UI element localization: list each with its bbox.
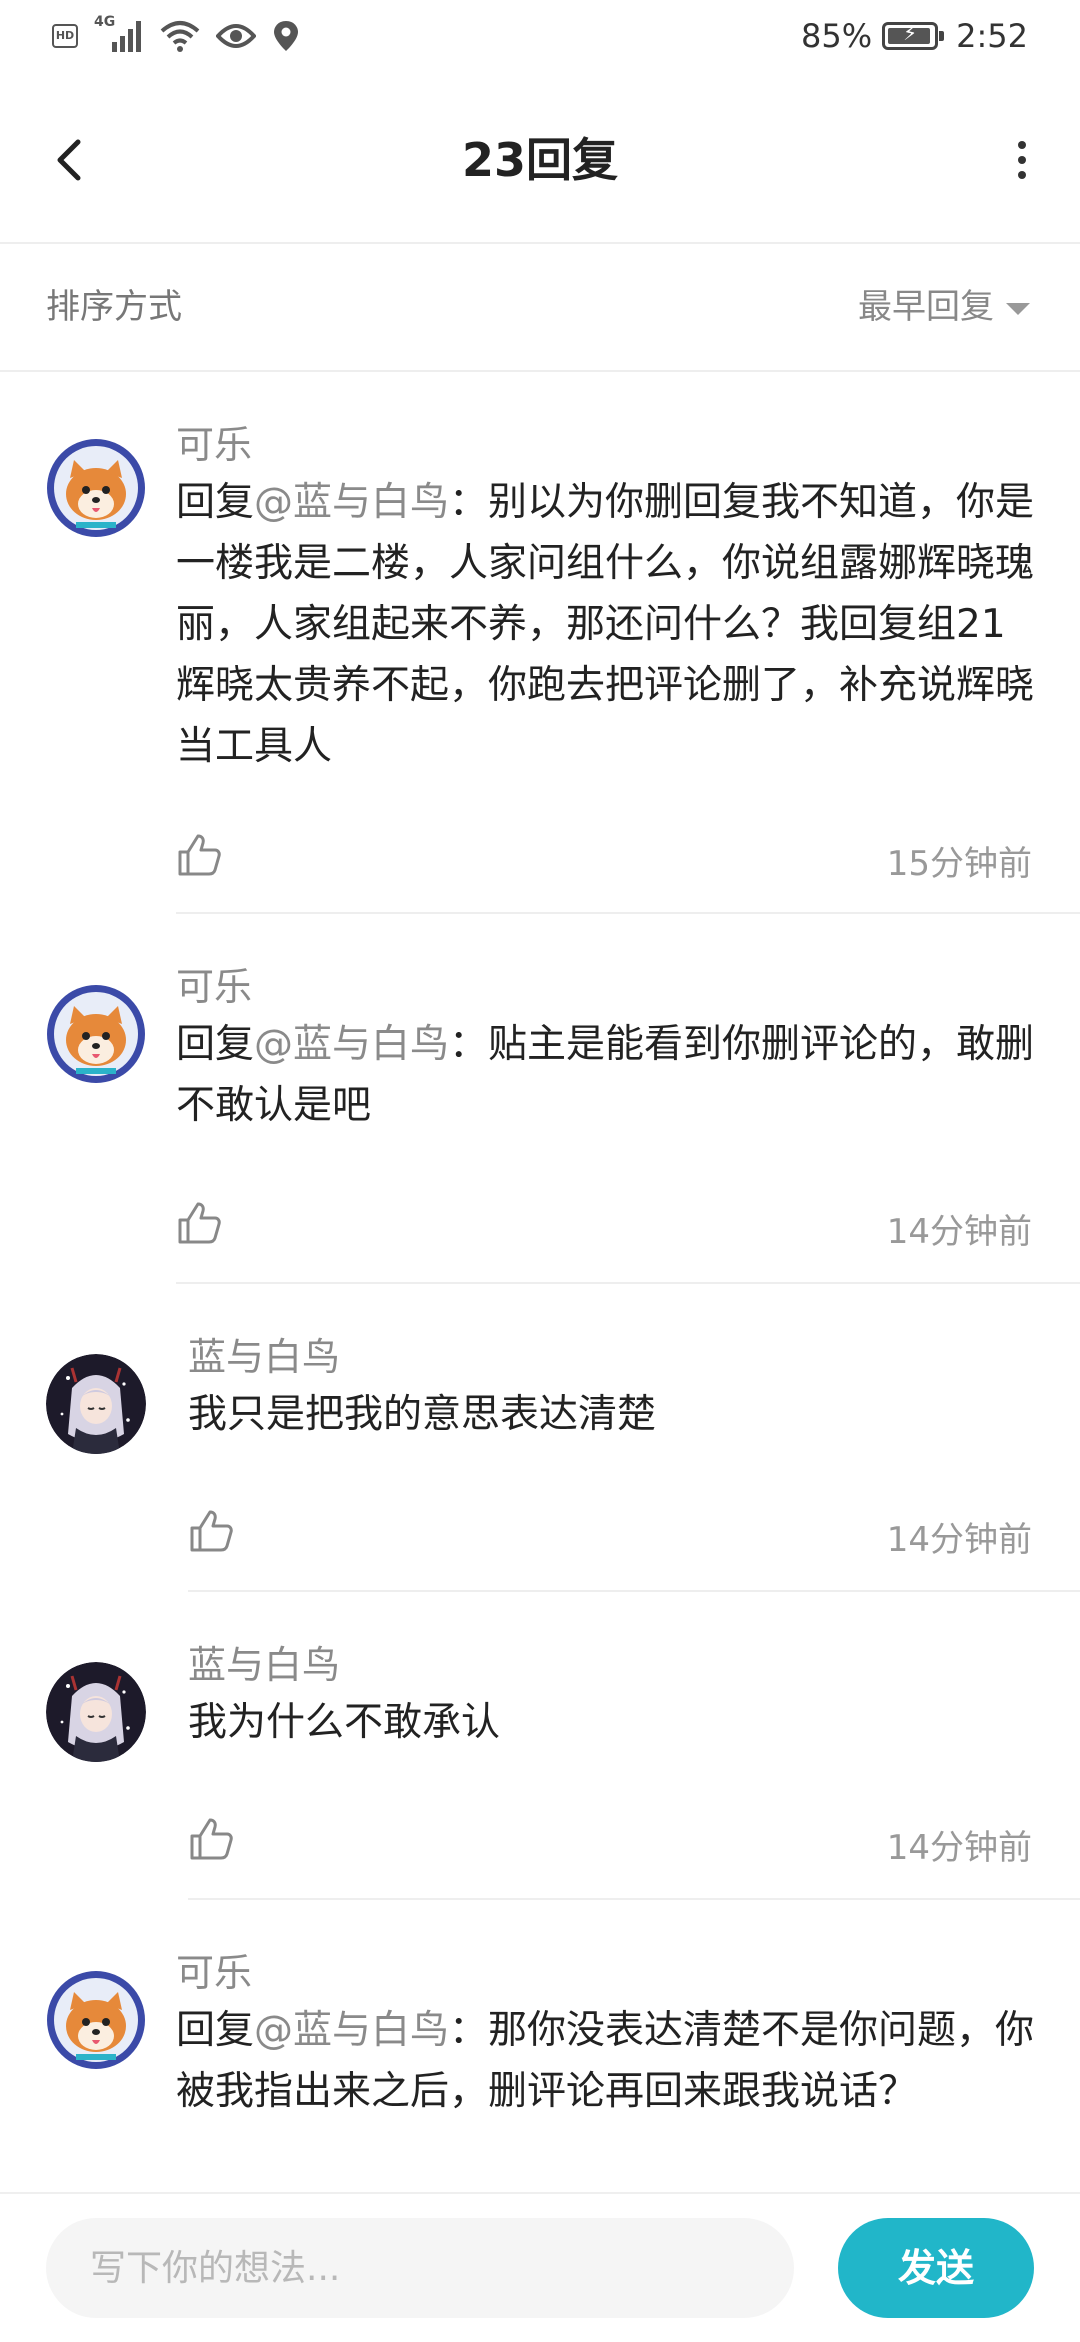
- avatar-shiba[interactable]: [46, 438, 146, 538]
- reply-prefix: 回复: [176, 2008, 255, 2053]
- like-button[interactable]: [188, 1816, 234, 1862]
- page-title: 23回复: [461, 133, 618, 187]
- eye-icon: [216, 24, 256, 48]
- send-button[interactable]: 发送: [838, 2218, 1034, 2318]
- reply-content: 回复@蓝与白鸟：贴主是能看到你删评论的，敢删不敢认是吧: [176, 1014, 1040, 1136]
- reply-username[interactable]: 可乐: [176, 1942, 252, 1997]
- more-options-button[interactable]: [1014, 128, 1030, 192]
- reply-item: 蓝与白鸟 我只是把我的意思表达清楚 14分钟前: [0, 1284, 1080, 1592]
- reply-text: 我为什么不敢承认: [188, 1700, 501, 1745]
- mention-link[interactable]: @蓝与白鸟: [254, 2008, 449, 2053]
- like-button[interactable]: [176, 1200, 222, 1246]
- reply-time: 14分钟前: [886, 1212, 1032, 1252]
- reply-list[interactable]: 可乐 回复@蓝与白鸟：别以为你删回复我不知道，你是一楼我是二楼，人家问组什么，你…: [0, 372, 1080, 2192]
- comment-composer: 发送: [0, 2192, 1080, 2342]
- mention-link[interactable]: @蓝与白鸟: [254, 1022, 449, 1067]
- sort-label: 排序方式: [46, 287, 182, 327]
- reply-item: 可乐 回复@蓝与白鸟：那你没表达清楚不是你问题，你被我指出来之后，删评论再回来跟…: [0, 1900, 1080, 2192]
- comment-input[interactable]: [46, 2218, 794, 2318]
- like-button[interactable]: [176, 832, 222, 878]
- reply-username[interactable]: 可乐: [176, 414, 252, 469]
- reply-content: 我只是把我的意思表达清楚: [188, 1384, 1040, 1445]
- reply-item: 蓝与白鸟 我为什么不敢承认 14分钟前: [0, 1592, 1080, 1900]
- status-bar: HD 4G 85% ⚡ 2:52: [0, 0, 1080, 80]
- reply-item: 可乐 回复@蓝与白鸟：贴主是能看到你删评论的，敢删不敢认是吧 14分钟前: [0, 914, 1080, 1284]
- reply-item: 可乐 回复@蓝与白鸟：别以为你删回复我不知道，你是一楼我是二楼，人家问组什么，你…: [0, 372, 1080, 914]
- sort-dropdown[interactable]: 最早回复: [858, 244, 1030, 370]
- reply-content: 回复@蓝与白鸟：别以为你删回复我不知道，你是一楼我是二楼，人家问组什么，你说组露…: [176, 472, 1040, 777]
- avatar-anime-girl[interactable]: [46, 1662, 146, 1762]
- reply-username[interactable]: 蓝与白鸟: [188, 1326, 340, 1381]
- thumbs-up-icon: [190, 1818, 233, 1860]
- thumbs-up-icon: [178, 1202, 221, 1244]
- top-bar: 23回复: [0, 80, 1080, 244]
- mention-link[interactable]: @蓝与白鸟: [254, 480, 449, 525]
- sort-bar: 排序方式 最早回复: [0, 244, 1080, 372]
- location-icon: [274, 21, 298, 51]
- avatar-shiba[interactable]: [46, 1970, 146, 2070]
- reply-time: 14分钟前: [886, 1520, 1032, 1560]
- reply-username[interactable]: 可乐: [176, 956, 252, 1011]
- reply-username[interactable]: 蓝与白鸟: [188, 1634, 340, 1689]
- dropdown-arrow-icon: [1006, 303, 1030, 315]
- reply-content: 我为什么不敢承认: [188, 1692, 1040, 1753]
- thumbs-up-icon: [190, 1510, 233, 1552]
- 4g-signal-icon: 4G: [94, 14, 144, 54]
- reply-content: 回复@蓝与白鸟：那你没表达清楚不是你问题，你被我指出来之后，删评论再回来跟我说话…: [176, 2000, 1040, 2122]
- sort-value-label: 最早回复: [858, 287, 994, 327]
- thumbs-up-icon: [178, 834, 221, 876]
- avatar-anime-girl[interactable]: [46, 1354, 146, 1454]
- battery-icon: ⚡: [882, 21, 945, 50]
- reply-prefix: 回复: [176, 1022, 255, 1067]
- reply-time: 14分钟前: [886, 1828, 1032, 1868]
- hd-icon: HD: [52, 24, 78, 48]
- more-vertical-icon: [1018, 141, 1026, 179]
- avatar-shiba[interactable]: [46, 984, 146, 1084]
- reply-text: 我只是把我的意思表达清楚: [188, 1392, 657, 1437]
- wifi-icon: [160, 21, 200, 52]
- clock: 2:52: [956, 17, 1028, 55]
- battery-percent: 85%: [801, 17, 873, 55]
- like-button[interactable]: [188, 1508, 234, 1554]
- reply-prefix: 回复: [176, 480, 255, 525]
- reply-time: 15分钟前: [886, 844, 1032, 884]
